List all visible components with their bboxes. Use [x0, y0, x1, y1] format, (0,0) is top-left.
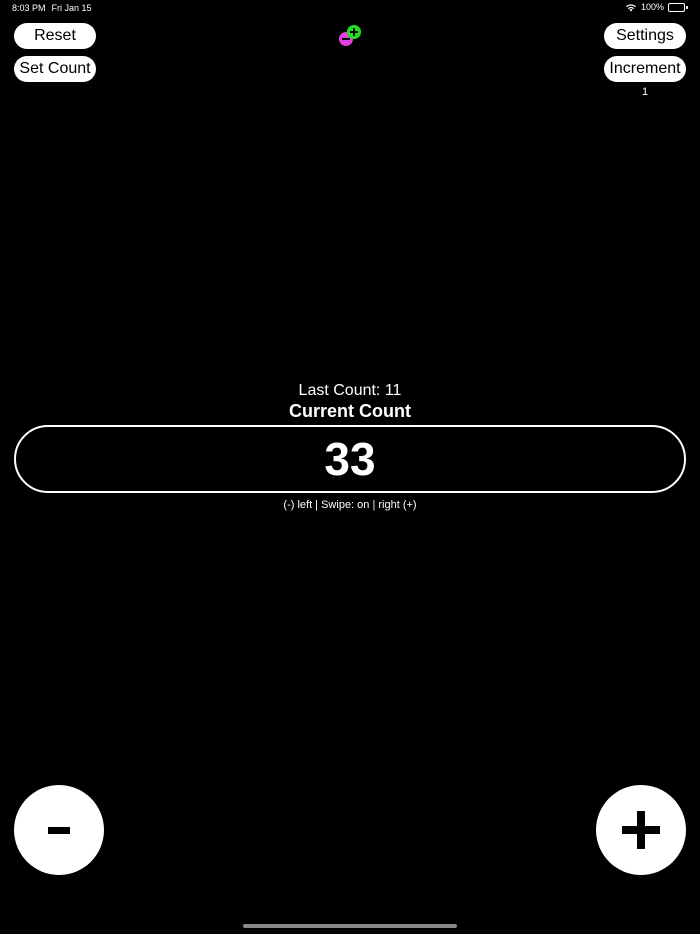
current-count-value: 33 [324, 433, 376, 485]
status-bar-time: 8:03 PM Fri Jan 15 [12, 3, 92, 13]
count-display[interactable]: 33 [14, 425, 686, 493]
status-time-text: 8:03 PM [12, 3, 46, 13]
last-count: Last Count: 11 [0, 382, 700, 400]
current-count-label: Current Count [289, 401, 411, 421]
reset-button[interactable]: Reset [14, 23, 96, 49]
settings-button[interactable]: Settings [604, 23, 686, 49]
set-count-button[interactable]: Set Count [14, 56, 96, 82]
app-logo-icon [339, 25, 361, 46]
battery-icon [668, 2, 688, 12]
status-date-text: Fri Jan 15 [51, 3, 92, 13]
last-count-label: Last Count: [298, 382, 381, 399]
decrement-button[interactable] [14, 785, 104, 875]
plus-icon [622, 811, 660, 849]
last-count-value: 11 [384, 382, 402, 399]
wifi-icon [625, 3, 636, 11]
increment-count-button[interactable] [596, 785, 686, 875]
status-bar-right: 100% [625, 2, 688, 12]
battery-percent: 100% [640, 2, 664, 12]
counter-screen: 8:03 PM Fri Jan 15 100% Reset Set Count S… [0, 0, 700, 934]
increment-button[interactable]: Increment [604, 56, 686, 82]
increment-value: 1 [641, 86, 649, 98]
home-indicator[interactable] [243, 924, 457, 928]
minus-icon [48, 826, 70, 834]
swipe-hint: (-) left | Swipe: on | right (+) [283, 499, 417, 511]
